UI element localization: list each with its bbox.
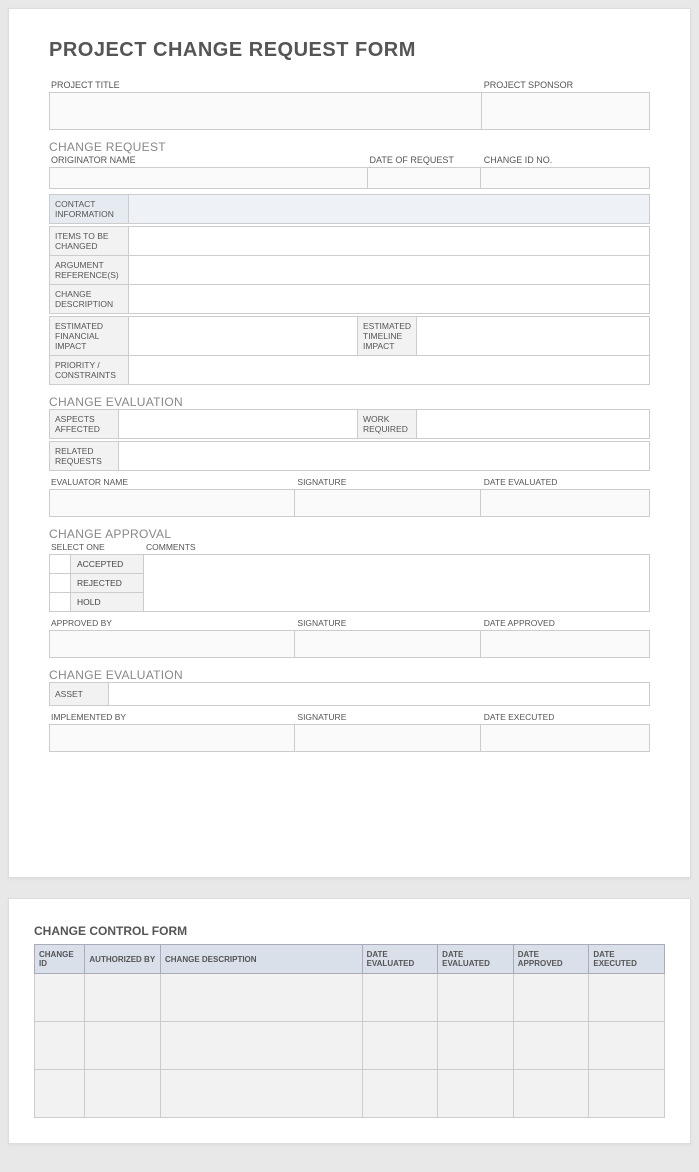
cell[interactable] [589,974,665,1022]
accepted-checkbox[interactable] [49,554,71,574]
evaluator-name-label: EVALUATOR NAME [49,477,295,489]
col-authorized-by: AUTHORIZED BY [85,945,161,974]
date-executed-input[interactable] [480,724,650,752]
table-row [35,974,665,1022]
col-change-description: CHANGE DESCRIPTION [160,945,362,974]
cell[interactable] [438,1070,514,1118]
approval-signature-label: SIGNATURE [295,618,481,630]
contact-info-label: CONTACT INFORMATION [49,194,129,224]
accepted-label: ACCEPTED [70,554,144,574]
items-changed-label: ITEMS TO BE CHANGED [49,226,129,256]
evaluation-section: CHANGE EVALUATION [49,395,650,409]
impl-signature-label: SIGNATURE [295,712,481,724]
col-change-id: CHANGE ID [35,945,85,974]
project-sponsor-label: PROJECT SPONSOR [482,80,650,92]
cell[interactable] [438,974,514,1022]
cell[interactable] [160,1070,362,1118]
evaluator-name-input[interactable] [49,489,295,517]
evaluator-signature-input[interactable] [294,489,480,517]
cell[interactable] [362,974,438,1022]
project-title-label: PROJECT TITLE [49,80,482,92]
cell[interactable] [513,1070,589,1118]
control-table: CHANGE ID AUTHORIZED BY CHANGE DESCRIPTI… [34,944,665,1118]
table-row [35,1022,665,1070]
timeline-impact-input[interactable] [416,316,650,356]
change-desc-input[interactable] [128,284,650,314]
cell[interactable] [589,1022,665,1070]
aspects-label: ASPECTS AFFECTED [49,409,119,439]
cell[interactable] [438,1022,514,1070]
comments-label: COMMENTS [144,542,650,554]
implemented-by-input[interactable] [49,724,295,752]
implementation-section: CHANGE EVALUATION [49,668,650,682]
related-requests-input[interactable] [118,441,650,471]
work-required-input[interactable] [416,409,650,439]
work-required-label: WORK REQUIRED [357,409,417,439]
col-date-executed: DATE EXECUTED [589,945,665,974]
approval-section: CHANGE APPROVAL [49,527,650,541]
date-approved-label: DATE APPROVED [482,618,650,630]
cell[interactable] [85,974,161,1022]
originator-label: ORIGINATOR NAME [49,155,368,167]
col-date-evaluated-2: DATE EVALUATED [438,945,514,974]
approval-signature-input[interactable] [294,630,480,658]
priority-label: PRIORITY / CONSTRAINTS [49,355,129,385]
date-request-input[interactable] [367,167,481,189]
change-id-input[interactable] [480,167,650,189]
fin-impact-input[interactable] [128,316,358,356]
date-approved-input[interactable] [480,630,650,658]
related-requests-label: RELATED REQUESTS [49,441,119,471]
rejected-checkbox[interactable] [49,573,71,593]
change-desc-label: CHANGE DESCRIPTION [49,284,129,314]
impl-signature-input[interactable] [294,724,480,752]
cell[interactable] [35,1070,85,1118]
aspects-input[interactable] [118,409,358,439]
table-row [35,1070,665,1118]
select-one-label: SELECT ONE [49,542,144,554]
project-change-request-form: PROJECT CHANGE REQUEST FORM PROJECT TITL… [8,8,691,878]
implemented-by-label: IMPLEMENTED BY [49,712,295,724]
timeline-impact-label: ESTIMATED TIMELINE IMPACT [357,316,417,356]
argument-ref-input[interactable] [128,255,650,285]
cell[interactable] [85,1070,161,1118]
cell[interactable] [160,974,362,1022]
cell[interactable] [362,1070,438,1118]
date-evaluated-label: DATE EVALUATED [482,477,650,489]
col-date-evaluated-1: DATE EVALUATED [362,945,438,974]
cell[interactable] [513,1022,589,1070]
items-changed-input[interactable] [128,226,650,256]
date-request-label: DATE OF REQUEST [368,155,482,167]
contact-info-input[interactable] [128,194,650,224]
cell[interactable] [35,1022,85,1070]
approved-by-input[interactable] [49,630,295,658]
change-id-label: CHANGE ID NO. [482,155,650,167]
form-title: PROJECT CHANGE REQUEST FORM [49,39,650,62]
cell[interactable] [362,1022,438,1070]
control-form-title: CHANGE CONTROL FORM [34,924,665,938]
priority-input[interactable] [128,355,650,385]
approved-by-label: APPROVED BY [49,618,295,630]
asset-input[interactable] [108,682,650,706]
hold-checkbox[interactable] [49,592,71,612]
comments-input[interactable] [143,554,650,612]
rejected-label: REJECTED [70,573,144,593]
evaluator-signature-label: SIGNATURE [295,477,481,489]
date-executed-label: DATE EXECUTED [482,712,650,724]
change-control-form: CHANGE CONTROL FORM CHANGE ID AUTHORIZED… [8,898,691,1144]
cell[interactable] [160,1022,362,1070]
cell[interactable] [35,974,85,1022]
col-date-approved: DATE APPROVED [513,945,589,974]
cell[interactable] [85,1022,161,1070]
cell[interactable] [513,974,589,1022]
fin-impact-label: ESTIMATED FINANCIAL IMPACT [49,316,129,356]
change-request-section: CHANGE REQUEST [49,140,650,154]
argument-ref-label: ARGUMENT REFERENCE(S) [49,255,129,285]
cell[interactable] [589,1070,665,1118]
asset-label: ASSET [49,682,109,706]
project-title-input[interactable] [49,92,482,130]
project-sponsor-input[interactable] [481,92,650,130]
originator-input[interactable] [49,167,368,189]
hold-label: HOLD [70,592,144,612]
date-evaluated-input[interactable] [480,489,650,517]
